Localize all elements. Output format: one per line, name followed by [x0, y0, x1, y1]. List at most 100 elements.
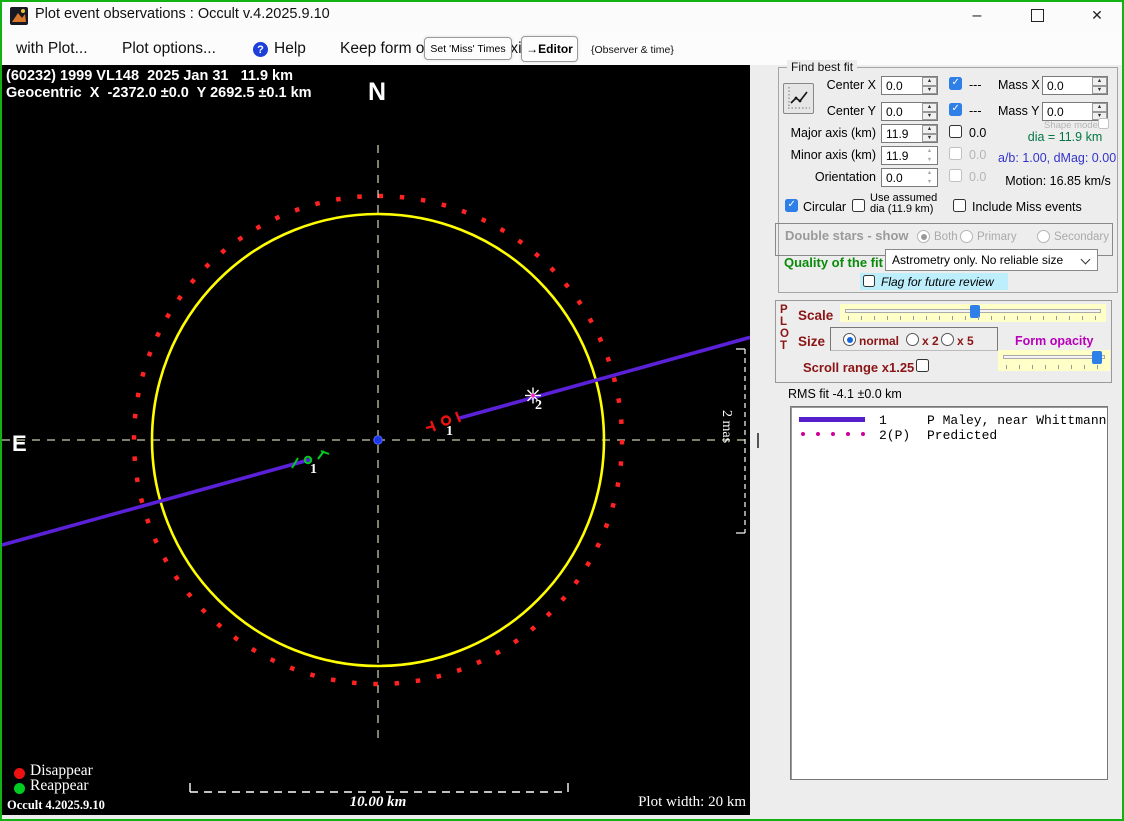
chord1-reappear-label: 1 [310, 462, 317, 477]
maximize-icon[interactable] [1013, 0, 1061, 31]
help-icon[interactable] [253, 42, 268, 57]
mas-scale-bracket [736, 348, 746, 534]
mass-x-spinner[interactable]: 0.0 [1042, 76, 1108, 95]
control-panel: Find best fit Center X 0.0 --- Mass X 0.… [750, 60, 1124, 821]
double-stars-primary-label: Primary [977, 231, 1017, 243]
chevron-down-icon [1080, 254, 1091, 265]
menu-item-help[interactable]: Help [274, 40, 306, 58]
center-x-flag: --- [969, 78, 982, 92]
scale-slider[interactable] [840, 304, 1106, 322]
major-axis-label: Major axis (km) [790, 126, 876, 140]
scale-bar [189, 783, 569, 793]
minor-axis-flag: 0.0 [969, 148, 987, 162]
spin-down-icon[interactable] [922, 177, 937, 186]
plot-canvas [2, 145, 750, 793]
size-x2-label: x 2 [922, 334, 939, 348]
size-x5-radio[interactable] [941, 333, 954, 346]
double-stars-both-radio[interactable] [917, 230, 930, 243]
shape-model-checkbox[interactable] [1098, 118, 1109, 129]
legend-row-2[interactable]: 2(P) Predicted [791, 428, 1107, 443]
chord-segment-east [457, 335, 750, 421]
minor-axis-checkbox[interactable] [949, 147, 962, 160]
minimize-icon[interactable] [953, 0, 1001, 31]
spin-down-icon[interactable] [1092, 85, 1107, 94]
editor-button[interactable]: →Editor [521, 36, 578, 62]
orientation-label: Orientation [814, 170, 876, 184]
circular-checkbox[interactable] [785, 199, 798, 212]
center-y-label: Center Y [826, 104, 876, 118]
minor-axis-spinner[interactable]: 11.9 [881, 146, 938, 165]
flag-review-checkbox[interactable] [863, 275, 875, 287]
disappear-dot-icon [14, 768, 25, 779]
major-axis-checkbox[interactable] [949, 125, 962, 138]
double-stars-secondary-label: Secondary [1054, 231, 1109, 243]
form-opacity-label: Form opacity [1015, 334, 1094, 348]
spin-down-icon[interactable] [922, 111, 937, 120]
close-icon[interactable] [1073, 0, 1121, 31]
minor-axis-label: Minor axis (km) [790, 148, 876, 162]
center-y-spinner[interactable]: 0.0 [881, 102, 938, 121]
major-axis-flag: 0.0 [969, 126, 987, 140]
spin-down-icon[interactable] [922, 85, 937, 94]
size-x2-radio[interactable] [906, 333, 919, 346]
spin-up-icon[interactable] [922, 103, 937, 112]
spin-down-icon[interactable] [922, 155, 937, 164]
reappear-legend-label: Reappear [30, 777, 89, 794]
spin-up-icon[interactable] [922, 147, 937, 156]
size-normal-radio[interactable] [843, 333, 856, 346]
chord2-label: 2 [535, 398, 542, 413]
quality-dropdown[interactable]: Astrometry only. No reliable size [885, 249, 1098, 271]
scroll-range-checkbox[interactable] [916, 359, 929, 372]
double-stars-primary-radio[interactable] [960, 230, 973, 243]
spin-up-icon[interactable] [1092, 103, 1107, 112]
center-y-flag: --- [969, 104, 982, 118]
east-label: E [12, 431, 27, 456]
occultation-plot: (60232) 1999 VL148 2025 Jan 31 11.9 km G… [2, 65, 750, 815]
double-stars-secondary-radio[interactable] [1037, 230, 1050, 243]
center-x-spinner[interactable]: 0.0 [881, 76, 938, 95]
diameter-readout: dia = 11.9 km [1027, 130, 1103, 144]
form-opacity-slider-thumb[interactable] [1092, 351, 1102, 364]
legend-row-name: P Maley, near Whittmann [927, 413, 1107, 428]
legend-row-1[interactable]: 1 P Maley, near Whittmann [791, 413, 1107, 428]
spin-up-icon[interactable] [922, 77, 937, 86]
orientation-spinner[interactable]: 0.0 [881, 168, 938, 187]
observers-legend-list[interactable]: 1 P Maley, near Whittmann 2(P) Predicted [790, 406, 1108, 780]
chord1-disappear-label: 1 [446, 424, 453, 439]
title-bar: Plot event observations : Occult v.4.202… [0, 0, 1124, 32]
reappear-dot-icon [14, 783, 25, 794]
spin-down-icon[interactable] [922, 133, 937, 142]
observer-time-label: {Observer & time} [591, 44, 674, 56]
size-x5-label: x 5 [957, 334, 974, 348]
scalebar-label: 10.00 km [349, 794, 407, 810]
spin-up-icon[interactable] [922, 169, 937, 178]
major-axis-spinner[interactable]: 11.9 [881, 124, 938, 143]
flag-review-label: Flag for future review [881, 275, 994, 289]
ab-dmag-readout: a/b: 1.00, dMag: 0.00 [998, 151, 1117, 165]
menu-item-plot-options[interactable]: Plot options... [122, 40, 216, 58]
spin-up-icon[interactable] [1092, 77, 1107, 86]
scroll-range-label: Scroll range x1.25 [803, 360, 915, 375]
plot-vertical-label: P L O T [780, 304, 789, 352]
menu-bar: with Plot... Plot options... Help Keep f… [0, 32, 1124, 65]
form-opacity-slider[interactable] [998, 350, 1110, 371]
include-miss-events-label: Include Miss events [972, 200, 1082, 214]
legend-row-number: 2(P) [879, 428, 911, 443]
include-miss-events-checkbox[interactable] [953, 199, 966, 212]
center-y-checkbox[interactable] [949, 103, 962, 116]
double-stars-title: Double stars - show [785, 228, 909, 243]
quality-label: Quality of the fit [784, 255, 883, 270]
panel-splitter-handle[interactable] [757, 433, 759, 448]
legend-row-number: 1 [879, 413, 887, 428]
set-miss-times-button[interactable]: Set 'Miss' Times [424, 37, 512, 60]
predicted-station-center [531, 393, 535, 398]
size-normal-label: normal [859, 334, 900, 348]
rms-fit-readout: RMS fit -4.1 ±0.0 km [788, 387, 902, 401]
use-assumed-dia-label: Use assumed dia (11.9 km) [870, 192, 938, 215]
orientation-checkbox[interactable] [949, 169, 962, 182]
center-x-checkbox[interactable] [949, 77, 962, 90]
app-icon [10, 7, 28, 25]
spin-up-icon[interactable] [922, 125, 937, 134]
use-assumed-dia-checkbox[interactable] [852, 199, 865, 212]
menu-item-with-plot[interactable]: with Plot... [16, 40, 88, 58]
